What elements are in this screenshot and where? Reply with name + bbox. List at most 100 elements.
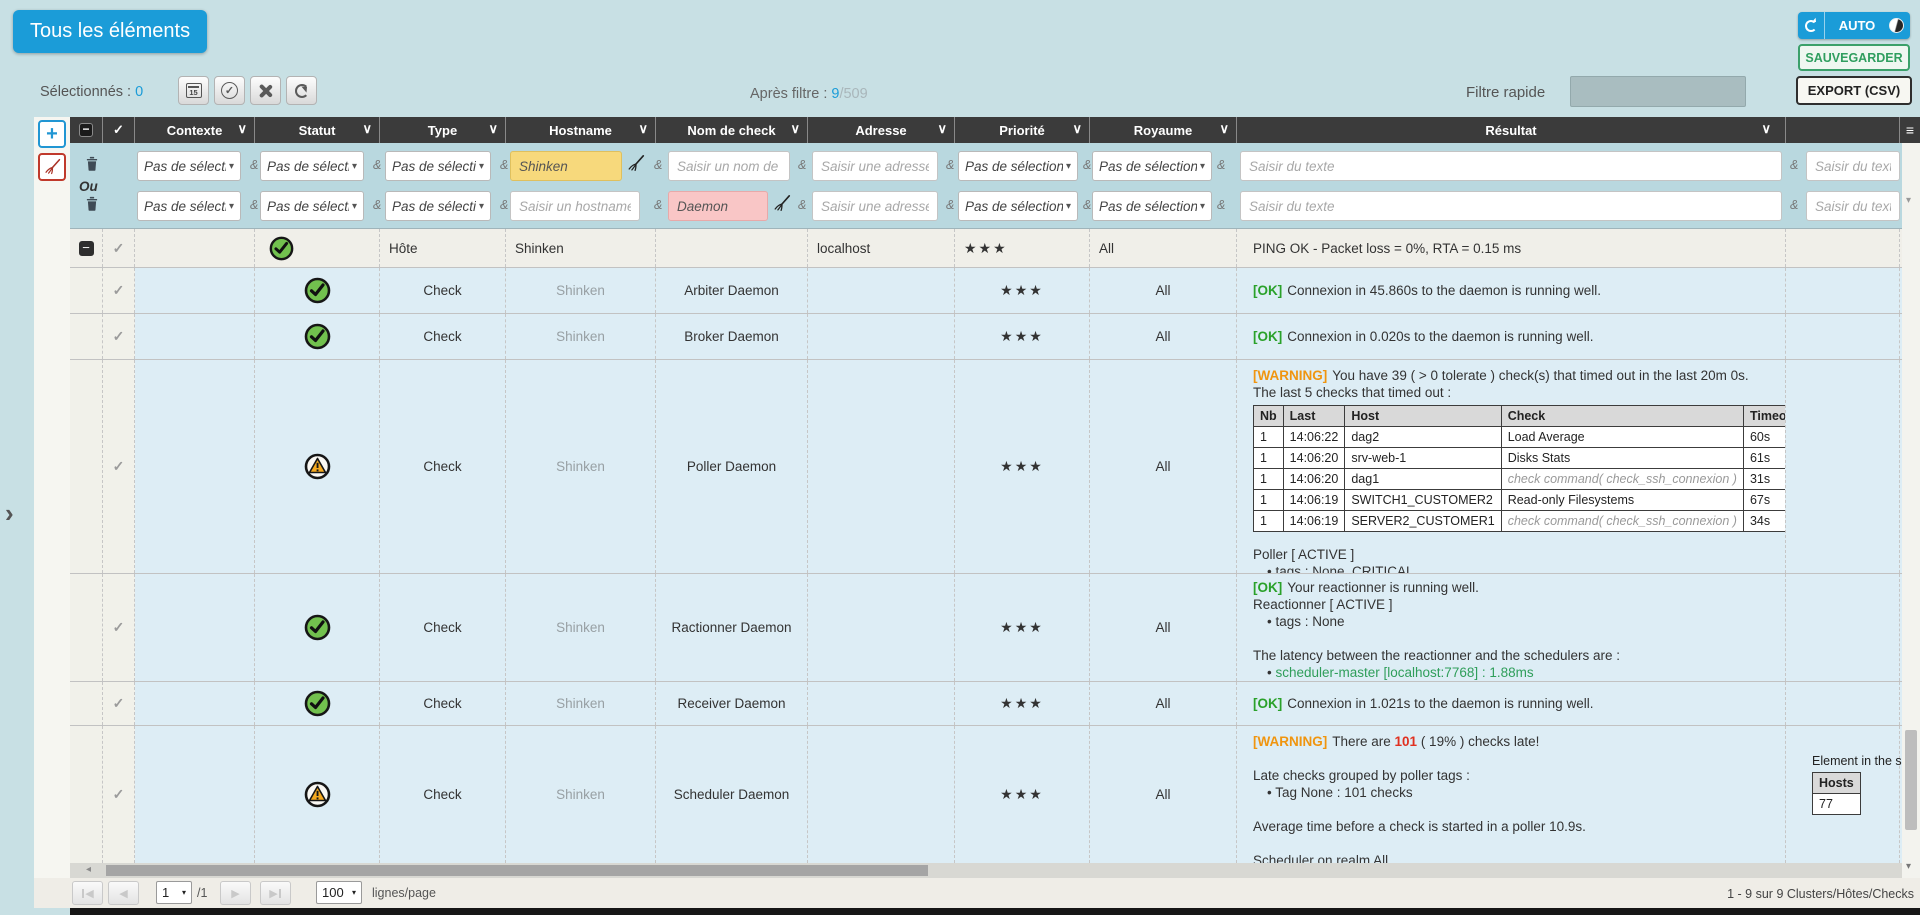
chevron-down-icon[interactable]: ∨ (488, 121, 498, 137)
row-select-cell[interactable]: ✓ (103, 726, 135, 863)
chevron-down-icon[interactable]: ∨ (1761, 121, 1771, 137)
check-name-filter-input-row2[interactable] (668, 191, 768, 221)
page-size-select[interactable]: 100▾ (316, 881, 362, 904)
row-collapse-cell[interactable] (70, 682, 103, 725)
priority-filter-select-row1[interactable]: Pas de sélection▾ (958, 151, 1078, 181)
realm-filter-select-row2[interactable]: Pas de sélection▾ (1092, 191, 1212, 221)
delete-filter-row1-button[interactable] (86, 156, 98, 176)
quick-filter-input[interactable] (1570, 76, 1746, 107)
refresh-icon-segment[interactable] (1798, 12, 1825, 39)
chevron-down-icon[interactable]: ∨ (237, 121, 247, 137)
daemon-row-arbiter[interactable]: ✓ Check Shinken Arbiter Daemon ★★★ All [… (70, 268, 1902, 314)
auto-refresh-button[interactable]: AUTO (1798, 12, 1910, 39)
row-select-cell[interactable]: ✓ (103, 574, 135, 681)
contexte-filter-select-row2[interactable]: Pas de sélection▾ (137, 191, 241, 221)
row-select-cell[interactable]: ✓ (103, 314, 135, 359)
first-page-button[interactable]: ◀ (72, 881, 103, 905)
chevron-down-icon[interactable]: ∨ (937, 121, 947, 137)
previous-page-button[interactable]: ◀ (108, 881, 139, 905)
host-row[interactable]: − ✓ Hôte Shinken localhost ★★★ All PING … (70, 229, 1902, 268)
extra-filter-input-row2[interactable] (1806, 191, 1900, 221)
tools-button[interactable] (250, 76, 281, 105)
check-name-filter-input-row1[interactable] (668, 151, 790, 181)
extra-cell (1786, 268, 1900, 313)
clear-filters-button[interactable] (38, 153, 66, 181)
daemon-row-broker[interactable]: ✓ Check Shinken Broker Daemon ★★★ All [O… (70, 314, 1902, 360)
daemon-row-ractionner[interactable]: ✓ Check Shinken Ractionner Daemon ★★★ Al… (70, 574, 1902, 682)
night-mode-icon[interactable] (1889, 18, 1904, 33)
row-collapse-cell[interactable] (70, 574, 103, 681)
save-button[interactable]: SAUVEGARDER (1798, 44, 1910, 71)
acknowledge-button[interactable]: ✓ (214, 76, 245, 105)
page-select[interactable]: 1▾ (156, 881, 192, 904)
chevron-down-icon[interactable]: ∨ (1072, 121, 1082, 137)
last-page-button[interactable]: ▶ (260, 881, 291, 905)
statut-filter-select-row2[interactable]: Pas de sélection▾ (260, 191, 364, 221)
calendar-button[interactable]: 15 (178, 76, 209, 105)
chevron-down-icon[interactable]: ∨ (362, 121, 372, 137)
all-elements-button[interactable]: Tous les éléments (13, 10, 207, 53)
column-header-type[interactable]: Type∨ (380, 117, 506, 143)
column-header-extra[interactable] (1786, 117, 1900, 143)
column-header-hostname[interactable]: Hostname∨ (506, 117, 656, 143)
priority-filter-select-row2[interactable]: Pas de sélection▾ (958, 191, 1078, 221)
and-separator: & (1217, 158, 1225, 172)
column-header-royaume[interactable]: Royaume∨ (1090, 117, 1237, 143)
scroll-left-icon[interactable]: ◂ (86, 864, 91, 875)
address-filter-input-row2[interactable] (812, 191, 938, 221)
horizontal-scrollbar-thumb[interactable] (106, 865, 928, 876)
select-none-header[interactable]: − (70, 117, 103, 143)
daemon-row-scheduler[interactable]: ✓ Check Shinken Scheduler Daemon ★★★ All… (70, 726, 1902, 864)
column-header-statut[interactable]: Statut∨ (255, 117, 380, 143)
export-csv-button[interactable]: EXPORT (CSV) (1796, 76, 1912, 105)
delete-filter-row2-button[interactable] (86, 196, 98, 216)
row-collapse-cell[interactable] (70, 726, 103, 863)
chevron-down-icon[interactable]: ∨ (638, 121, 648, 137)
chevron-down-icon[interactable]: ∨ (1219, 121, 1229, 137)
row-select-cell[interactable]: ✓ (103, 268, 135, 313)
next-page-button[interactable]: ▶ (220, 881, 251, 905)
statut-filter-select-row1[interactable]: Pas de sélection▾ (260, 151, 364, 181)
scroll-arrow-icon[interactable]: ▾ (1906, 195, 1911, 206)
scroll-down-icon[interactable]: ▾ (1906, 861, 1911, 872)
vertical-scrollbar-thumb[interactable] (1905, 730, 1917, 830)
extra-filter-input-row1[interactable] (1806, 151, 1900, 181)
undo-button[interactable] (286, 76, 317, 105)
column-header-contexte[interactable]: Contexte∨ (135, 117, 255, 143)
vertical-scrollbar[interactable]: ▾ ▾ (1902, 143, 1920, 878)
clear-check-name-filter-button[interactable] (772, 194, 792, 219)
row-collapse-cell[interactable] (70, 314, 103, 359)
row-collapse-cell[interactable] (70, 268, 103, 313)
column-header-nom-de-check[interactable]: Nom de check∨ (656, 117, 808, 143)
column-header-adresse[interactable]: Adresse∨ (808, 117, 955, 143)
select-all-header[interactable]: ✓ (103, 117, 135, 143)
row-collapse-cell[interactable]: − (70, 229, 103, 267)
daemon-row-receiver[interactable]: ✓ Check Shinken Receiver Daemon ★★★ All … (70, 682, 1902, 726)
row-select-cell[interactable]: ✓ (103, 682, 135, 725)
row-collapse-cell[interactable] (70, 360, 103, 573)
extra-cell (1786, 360, 1900, 573)
realm-cell: All (1090, 229, 1237, 267)
scheduler-latency-link[interactable]: scheduler-master [localhost:7768] : 1.88… (1275, 665, 1533, 680)
row-select-cell[interactable]: ✓ (103, 229, 135, 267)
type-filter-select-row1[interactable]: Pas de sélection▾ (385, 151, 491, 181)
daemon-row-poller[interactable]: ✓ Check Shinken Poller Daemon ★★★ All [W… (70, 360, 1902, 574)
add-filter-button[interactable]: + (38, 120, 66, 148)
or-label: Ou (79, 179, 98, 194)
clear-hostname-filter-button[interactable] (626, 154, 646, 179)
column-config-button[interactable]: ≡ (1900, 117, 1920, 143)
hostname-filter-input-row2[interactable] (510, 191, 640, 221)
column-header-resultat[interactable]: Résultat∨ (1237, 117, 1786, 143)
column-header-priorite[interactable]: Priorité∨ (955, 117, 1090, 143)
result-filter-input-row1[interactable] (1240, 151, 1782, 181)
address-filter-input-row1[interactable] (812, 151, 938, 181)
hostname-filter-input-row1[interactable] (510, 151, 622, 181)
contexte-filter-select-row1[interactable]: Pas de sélection▾ (137, 151, 241, 181)
horizontal-scrollbar[interactable]: ◂ (70, 863, 1902, 878)
chevron-down-icon[interactable]: ∨ (790, 121, 800, 137)
row-select-cell[interactable]: ✓ (103, 360, 135, 573)
type-filter-select-row2[interactable]: Pas de sélection▾ (385, 191, 491, 221)
realm-filter-select-row1[interactable]: Pas de sélection▾ (1092, 151, 1212, 181)
result-filter-input-row2[interactable] (1240, 191, 1782, 221)
side-panel-toggle[interactable]: › (5, 498, 14, 529)
